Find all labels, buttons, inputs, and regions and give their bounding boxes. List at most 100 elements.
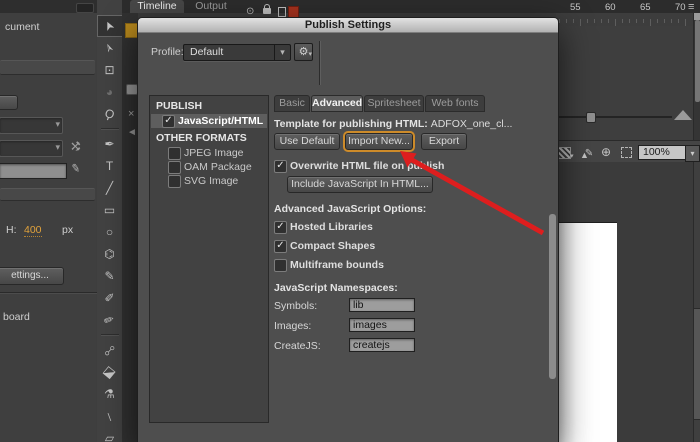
tab-spritesheet[interactable]: Spritesheet <box>364 95 424 112</box>
pasteboard[interactable] <box>556 162 693 442</box>
rectangle-tool[interactable]: ▭ <box>98 200 122 220</box>
timeline-frames-area[interactable] <box>556 26 693 140</box>
stage-canvas[interactable] <box>556 222 617 442</box>
hosted-libraries-label: Hosted Libraries <box>290 221 373 233</box>
clip-content-icon[interactable] <box>621 147 632 158</box>
close-icon[interactable]: × <box>128 108 134 120</box>
checkbox-oam[interactable] <box>168 161 181 174</box>
collapse-left-icon[interactable]: ◄ <box>127 127 137 138</box>
3d-rotation-tool[interactable]: ◕ <box>98 82 122 102</box>
ruler-tick <box>559 19 560 23</box>
export-button[interactable]: Export <box>421 133 467 150</box>
symbols-input[interactable] <box>349 298 415 312</box>
checkbox-jpeg[interactable] <box>168 147 181 160</box>
checkbox-overwrite-html[interactable]: ✓ <box>274 160 287 173</box>
properties-dropdown-2[interactable]: ▾ <box>0 140 63 157</box>
collapsed-panel-strip <box>122 0 138 442</box>
paintbrush-tool[interactable]: ✏ <box>98 310 122 330</box>
use-default-button[interactable]: Use Default <box>274 133 340 150</box>
rectangle-icon: ▭ <box>104 204 115 216</box>
3d-rotation-icon: ◕ <box>106 86 113 98</box>
checkbox-hosted-libraries[interactable]: ✓ <box>274 221 287 234</box>
paint-bucket-tool[interactable]: ◪ <box>98 362 122 382</box>
timeline-ruler[interactable]: 55606570 <box>556 13 693 27</box>
checkbox-multiframe-bounds[interactable] <box>274 259 287 272</box>
layer-outline-icon[interactable] <box>278 7 286 17</box>
format-label: JPEG Image <box>184 147 244 159</box>
timeline-zoom-triangle-icon[interactable] <box>674 110 692 120</box>
paintbrush-icon: ✏ <box>103 313 117 328</box>
timeline-scrollbar-thumb[interactable] <box>695 20 700 102</box>
subselection-tool[interactable]: ➢ <box>98 38 122 58</box>
eyedropper-tool[interactable]: ﹨ <box>98 406 122 426</box>
lasso-icon: Ϙ <box>103 107 116 121</box>
brush-tool[interactable]: ✐ <box>98 288 122 308</box>
checkbox-javascript-html[interactable]: ✓ <box>162 115 175 128</box>
section-header-bar[interactable] <box>0 60 95 75</box>
tab-basic[interactable]: Basic <box>274 95 310 112</box>
edit-symbol-icon[interactable]: ▲✎ <box>580 149 597 162</box>
timeline-scrollbar[interactable] <box>693 13 700 140</box>
pencil-tool[interactable]: ✎ <box>98 266 122 286</box>
images-input[interactable] <box>349 318 415 332</box>
properties-panel: cument ▾ ▾ ⚒ ✎ H: 400 px ettings... boar… <box>0 0 98 442</box>
text-tool[interactable]: T <box>98 156 122 176</box>
format-row-jpeg[interactable]: JPEG Image <box>151 146 267 160</box>
stage-zoom-dropdown-button[interactable]: ▾ <box>685 145 700 162</box>
pen-tool[interactable]: ✒ <box>98 134 122 154</box>
dialog-scrollbar-thumb[interactable] <box>549 214 556 379</box>
scrollbar-arrow-button[interactable] <box>694 13 700 20</box>
height-value[interactable]: 400 <box>24 224 42 237</box>
eraser-icon: ▱ <box>105 432 114 442</box>
ruler-tick <box>601 19 602 23</box>
overwrite-html-label: Overwrite HTML file on publish <box>290 160 444 172</box>
timeline-zoom-slider-knob[interactable] <box>586 112 596 123</box>
line-tool[interactable]: ╱ <box>98 178 122 198</box>
properties-dropdown-1[interactable]: ▾ <box>0 117 63 134</box>
lasso-tool[interactable]: Ϙ <box>98 104 122 124</box>
center-frame-icon[interactable]: ⊕ <box>601 146 611 158</box>
pencil-edit-icon[interactable]: ✎ <box>70 161 81 175</box>
format-row-svg[interactable]: SVG Image <box>151 174 267 188</box>
properties-text-field[interactable] <box>0 163 67 179</box>
tab-web-fonts[interactable]: Web fonts <box>425 95 485 112</box>
polystar-tool[interactable]: ⌬ <box>98 244 122 264</box>
eraser-tool[interactable]: ▱ <box>98 428 122 442</box>
layer-visibility-eye-icon[interactable]: ⊙ <box>246 6 254 17</box>
selection-tool[interactable]: ➤ <box>98 16 122 36</box>
tab-advanced[interactable]: Advanced <box>311 95 363 112</box>
layer-lock-icon[interactable] <box>263 8 271 14</box>
tab-timeline[interactable]: Timeline <box>130 0 184 13</box>
include-javascript-button[interactable]: Include JavaScript In HTML... <box>287 176 433 193</box>
oval-tool[interactable]: ○ <box>98 222 122 242</box>
stage-scrollbar[interactable] <box>693 162 700 442</box>
partial-button[interactable] <box>0 95 18 110</box>
profile-options-gear-button[interactable]: ⚙▾ <box>294 43 313 61</box>
format-row-oam[interactable]: OAM Package <box>151 160 267 174</box>
oval-icon: ○ <box>106 226 113 238</box>
ruler-tick <box>615 19 616 26</box>
timeline-zoom-slider-track[interactable] <box>556 116 672 118</box>
bone-tool[interactable]: ⧟ <box>98 340 122 360</box>
checkbox-svg[interactable] <box>168 175 181 188</box>
panel-menu-hamburger-icon[interactable]: ≡ <box>688 1 694 13</box>
ruler-tick <box>636 19 637 23</box>
dialog-title-bar[interactable]: Publish Settings <box>138 18 558 33</box>
free-transform-tool[interactable]: ⊡ <box>98 60 122 80</box>
format-row-javascript-html[interactable]: ✓ JavaScript/HTML <box>151 114 267 128</box>
profile-dropdown[interactable]: Default ▾ <box>183 44 291 61</box>
ruler-tick <box>650 19 651 26</box>
flash-publish-settings-screen: cument ▾ ▾ ⚒ ✎ H: 400 px ettings... boar… <box>0 0 700 442</box>
formats-list-panel: PUBLISH ✓ JavaScript/HTML OTHER FORMATS … <box>149 95 269 423</box>
import-new-button[interactable]: Import New... <box>345 133 413 150</box>
wrench-icon[interactable]: ⚒ <box>68 141 82 152</box>
stage-scrollbar-thumb[interactable] <box>694 308 700 420</box>
ink-bottle-tool[interactable]: ⚗ <box>98 384 122 404</box>
checkbox-compact-shapes[interactable]: ✓ <box>274 240 287 253</box>
tab-output[interactable]: Output <box>186 0 236 13</box>
ink-bottle-icon: ⚗ <box>104 388 115 400</box>
panel-menu-icon[interactable] <box>76 3 94 13</box>
stage-zoom-field[interactable]: 100% <box>638 145 686 160</box>
publish-settings-button[interactable]: ettings... <box>0 267 64 285</box>
createjs-input[interactable] <box>349 338 415 352</box>
